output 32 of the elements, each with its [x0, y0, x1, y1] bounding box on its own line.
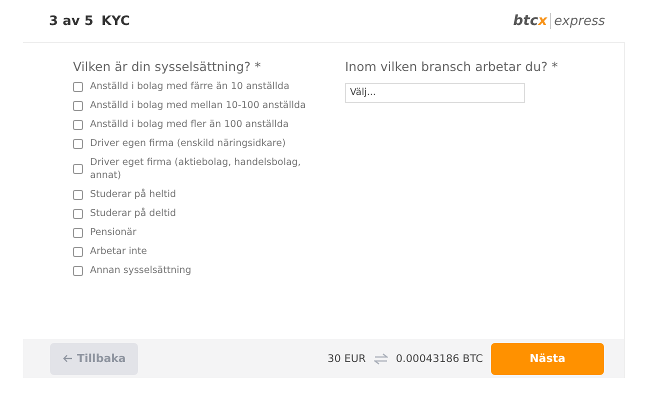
- option-label[interactable]: Annan sysselsättning: [90, 264, 192, 277]
- checkbox[interactable]: [73, 228, 83, 238]
- next-button[interactable]: Nästa: [491, 342, 604, 374]
- option-label[interactable]: Pensionär: [90, 226, 136, 239]
- arrow-left-icon: [62, 354, 73, 363]
- option-label[interactable]: Anställd i bolag med färre än 10 anställda: [90, 80, 290, 93]
- checkbox[interactable]: [73, 208, 83, 218]
- option-label[interactable]: Driver egen firma (enskild näringsidkare): [90, 137, 286, 150]
- step-counter: 3 av 5: [49, 14, 94, 28]
- option-label[interactable]: Driver eget firma (aktiebolag, handelsbolag, annat): [90, 156, 318, 182]
- question-label: Inom vilken bransch arbetar du? *: [345, 59, 558, 74]
- option-label[interactable]: Studerar på heltid: [90, 188, 176, 201]
- exchange-icon: [374, 352, 388, 364]
- option-label[interactable]: Anställd i bolag med fler än 100 anställda: [90, 118, 289, 131]
- checkbox[interactable]: [73, 246, 83, 256]
- logo: btcx: [513, 13, 552, 29]
- checkbox[interactable]: [73, 164, 83, 174]
- page-title: KYC: [101, 14, 130, 28]
- industry-select[interactable]: Välj...: [345, 82, 525, 102]
- option-label[interactable]: Arbetar inte: [90, 245, 147, 258]
- checkbox[interactable]: [73, 138, 83, 148]
- converted-amount: 0.00043186 BTC: [396, 352, 483, 364]
- checkbox[interactable]: [73, 190, 83, 200]
- checkbox[interactable]: [73, 100, 83, 110]
- amount-text: 30 EUR: [328, 352, 366, 364]
- checkbox[interactable]: [73, 120, 83, 130]
- question-label: Vilken är din sysselsättning? *: [73, 59, 262, 74]
- checkbox[interactable]: [73, 82, 83, 92]
- checkbox[interactable]: [73, 266, 83, 276]
- option-label[interactable]: Studerar på deltid: [90, 207, 176, 220]
- option-label[interactable]: Anställd i bolag med mellan 10-100 anställda: [90, 99, 306, 112]
- logo-subtitle: express: [553, 14, 605, 28]
